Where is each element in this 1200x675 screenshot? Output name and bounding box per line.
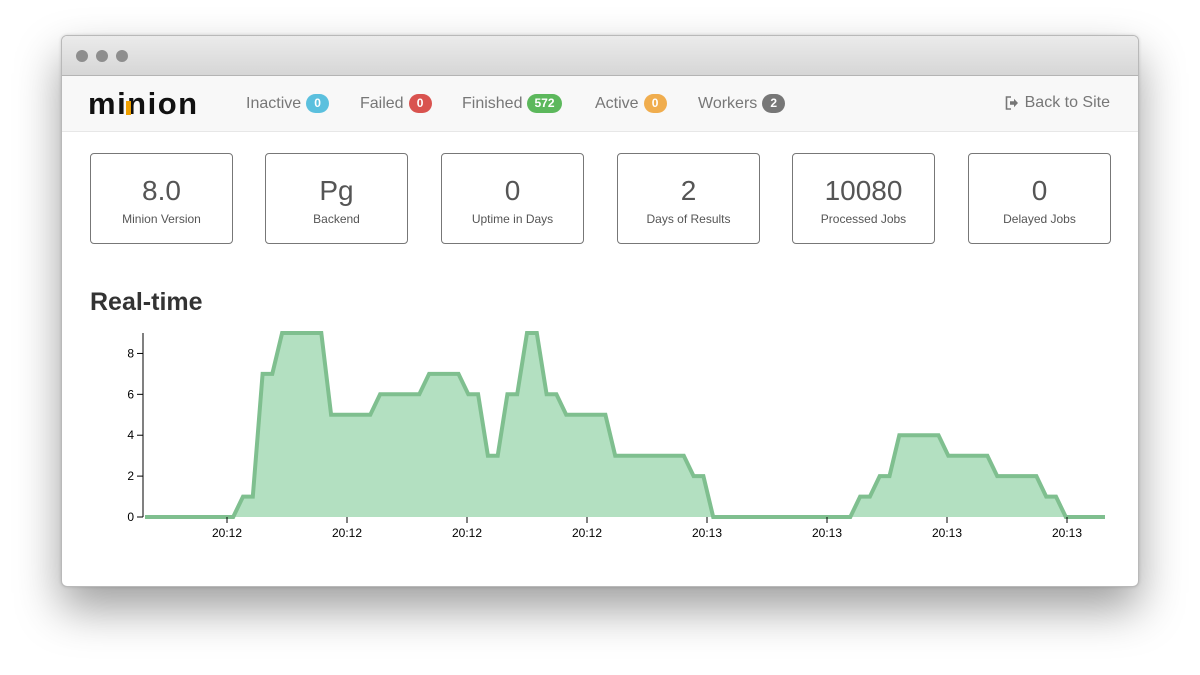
nav-active[interactable]: Active 0 <box>595 94 667 113</box>
nav-failed-label: Failed <box>360 94 404 112</box>
y-tick-label: 6 <box>127 387 134 401</box>
nav-workers-label: Workers <box>698 94 758 112</box>
minion-logo[interactable]: minion <box>88 84 218 124</box>
stat-value: 2 <box>680 175 697 206</box>
stat-label: Processed Jobs <box>820 212 907 226</box>
x-tick-label: 20:13 <box>812 526 842 540</box>
stat-label: Minion Version <box>122 212 201 226</box>
stat-label: Delayed Jobs <box>1003 212 1076 226</box>
realtime-title: Real-time <box>90 288 203 316</box>
inactive-count-badge: 0 <box>306 94 330 113</box>
nav-workers[interactable]: Workers 2 <box>698 94 786 113</box>
stat-label: Uptime in Days <box>471 212 554 226</box>
stat-label: Backend <box>313 212 360 226</box>
x-tick-label: 20:12 <box>212 526 242 540</box>
stat-value: 10080 <box>824 175 903 206</box>
nav-inactive-label: Inactive <box>246 94 302 112</box>
stat-backend: Pg Backend <box>265 153 408 244</box>
realtime-chart: 02468 20:12 20:12 20:12 20:12 20:13 20:13 20:1… <box>127 331 1105 540</box>
nav-inactive[interactable]: Inactive 0 <box>246 94 330 113</box>
y-tick-label: 0 <box>127 510 134 524</box>
x-tick-label: 20:13 <box>692 526 722 540</box>
nav-finished-label: Finished <box>462 94 523 112</box>
x-tick-label: 20:12 <box>572 526 602 540</box>
x-tick-label: 20:12 <box>332 526 362 540</box>
back-to-site-link[interactable]: Back to Site <box>1005 94 1110 112</box>
window-titlebar <box>62 36 1138 76</box>
nav-finished[interactable]: Finished 572 <box>462 94 562 113</box>
finished-count-badge: 572 <box>527 94 562 113</box>
stat-processed-jobs: 10080 Processed Jobs <box>792 153 935 244</box>
nav-failed[interactable]: Failed 0 <box>360 94 432 113</box>
x-tick-label: 20:13 <box>932 526 962 540</box>
active-count-badge: 0 <box>643 94 667 113</box>
browser-window: minion Inactive 0 Failed 0 Finished 572 … <box>61 35 1139 587</box>
stat-value: 8.0 <box>142 175 181 206</box>
x-axis: 20:12 20:12 20:12 20:12 20:13 20:13 20:13 20:13 <box>212 517 1082 540</box>
x-tick-label: 20:12 <box>452 526 482 540</box>
stat-uptime: 0 Uptime in Days <box>441 153 584 244</box>
minimize-window-button[interactable] <box>96 50 108 62</box>
failed-count-badge: 0 <box>408 94 432 113</box>
y-tick-label: 4 <box>127 428 134 442</box>
stat-label: Days of Results <box>646 212 731 226</box>
back-to-site-label: Back to Site <box>1024 94 1110 111</box>
close-window-button[interactable] <box>76 50 88 62</box>
stat-value: 0 <box>504 175 521 206</box>
stat-delayed-jobs: 0 Delayed Jobs <box>968 153 1111 244</box>
y-tick-label: 2 <box>127 469 134 483</box>
svg-text:minion: minion <box>88 86 199 121</box>
x-tick-label: 20:13 <box>1052 526 1082 540</box>
stat-value: 0 <box>1031 175 1048 206</box>
workers-count-badge: 2 <box>762 94 786 113</box>
area-fill <box>145 333 1105 517</box>
stat-minion-version: 8.0 Minion Version <box>90 153 233 244</box>
stat-value: Pg <box>319 175 354 206</box>
navbar: minion Inactive 0 Failed 0 Finished 572 … <box>62 76 1138 132</box>
nav-active-label: Active <box>595 94 639 112</box>
zoom-window-button[interactable] <box>116 50 128 62</box>
sign-out-icon <box>1005 96 1018 110</box>
stat-days-of-results: 2 Days of Results <box>617 153 760 244</box>
y-axis: 0 2 4 6 8 <box>127 346 143 524</box>
y-tick-label: 8 <box>127 346 134 360</box>
